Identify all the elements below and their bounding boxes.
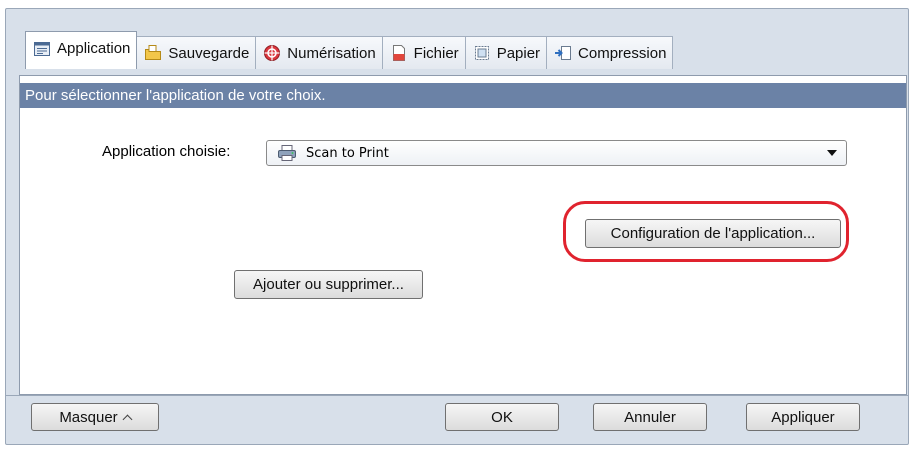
tab-application[interactable]: Application bbox=[25, 31, 138, 69]
file-icon bbox=[392, 45, 405, 61]
application-select[interactable]: Scan to Print bbox=[266, 140, 847, 166]
compression-icon bbox=[555, 46, 572, 60]
footer-separator bbox=[6, 395, 908, 396]
application-label: Application choisie: bbox=[102, 143, 231, 160]
tab-label: Numérisation bbox=[287, 44, 376, 62]
hide-button-label: Masquer bbox=[59, 408, 118, 426]
scan-icon bbox=[264, 45, 281, 61]
tab-label: Papier bbox=[496, 44, 541, 62]
tab-label: Compression bbox=[578, 44, 667, 62]
tab-panel-application: Pour sélectionner l'application de votre… bbox=[19, 75, 907, 395]
add-remove-button[interactable]: Ajouter ou supprimer... bbox=[234, 270, 423, 299]
paper-icon bbox=[474, 46, 489, 60]
application-select-value: Scan to Print bbox=[306, 145, 389, 161]
info-bar: Pour sélectionner l'application de votre… bbox=[20, 83, 906, 108]
tab-sauvegarde[interactable]: Sauvegarde bbox=[136, 36, 257, 69]
tab-fichier[interactable]: Fichier bbox=[381, 36, 466, 69]
application-icon bbox=[34, 41, 50, 56]
dropdown-arrow-icon[interactable] bbox=[827, 150, 837, 156]
tab-bar: Application Sauvegarde Numérisation Fich… bbox=[25, 31, 674, 69]
tab-papier[interactable]: Papier bbox=[464, 36, 548, 69]
tab-label: Fichier bbox=[413, 44, 459, 62]
tab-label: Sauvegarde bbox=[168, 44, 250, 62]
apply-button[interactable]: Appliquer bbox=[746, 403, 860, 431]
ok-button[interactable]: OK bbox=[445, 403, 559, 431]
highlight-annotation bbox=[563, 201, 849, 262]
chevron-up-icon bbox=[122, 414, 133, 424]
cancel-button[interactable]: Annuler bbox=[593, 403, 707, 431]
folder-icon bbox=[145, 45, 162, 60]
hide-button[interactable]: Masquer bbox=[31, 403, 159, 431]
printer-icon bbox=[278, 145, 296, 161]
tab-label: Application bbox=[57, 40, 131, 57]
tab-numerisation[interactable]: Numérisation bbox=[255, 36, 383, 69]
dialog-window: Application Sauvegarde Numérisation Fich… bbox=[5, 8, 909, 445]
tab-compression[interactable]: Compression bbox=[546, 36, 674, 69]
